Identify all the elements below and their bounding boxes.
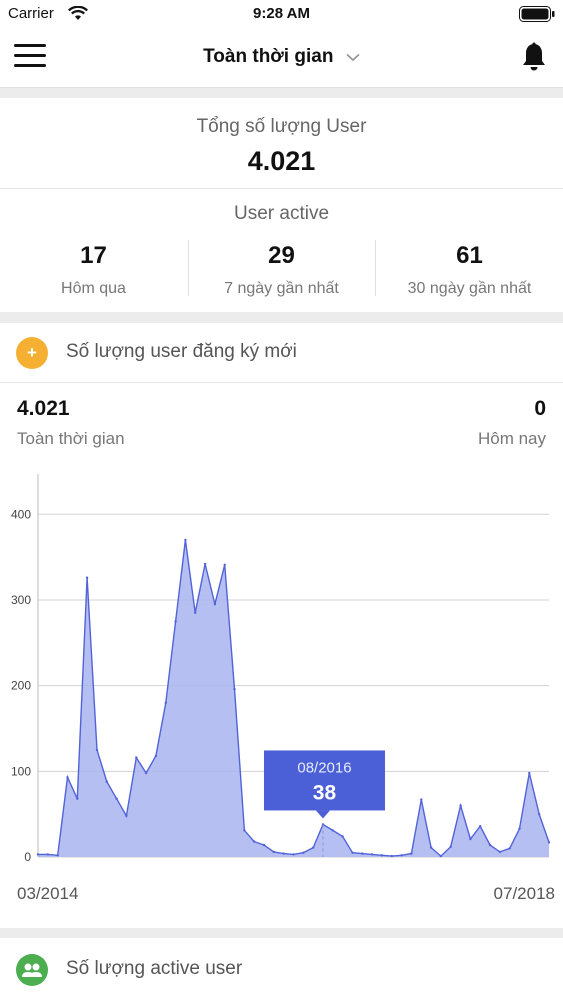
- total-users-label: Tổng số lượng User: [196, 116, 367, 137]
- battery-icon: [519, 6, 555, 22]
- stat-7-days: 29 7 ngày gần nhất: [188, 242, 375, 298]
- stat-label: Hôm qua: [61, 280, 126, 297]
- user-active-label: User active: [233, 203, 330, 224]
- data-point: [538, 813, 541, 816]
- data-point: [56, 854, 59, 857]
- y-tick-label: 400: [11, 507, 31, 521]
- data-point: [302, 851, 305, 854]
- data-point: [174, 620, 177, 623]
- data-point: [469, 837, 472, 841]
- data-point: [400, 854, 403, 857]
- data-point: [76, 797, 79, 800]
- data-point: [479, 825, 482, 828]
- stat-label: 7 ngày gần nhất: [224, 280, 339, 297]
- y-tick-label: 300: [11, 593, 31, 607]
- nav-bar: Toàn thời gian: [0, 28, 563, 88]
- data-point: [213, 603, 217, 606]
- data-point: [341, 835, 344, 838]
- period-title: Toàn thời gian: [203, 46, 334, 67]
- stat-label: 30 ngày gần nhất: [407, 280, 532, 297]
- data-point: [135, 756, 138, 759]
- data-point: [194, 611, 197, 614]
- data-point: [528, 771, 531, 775]
- data-point: [115, 797, 118, 800]
- period-selector[interactable]: Toàn thời gian: [0, 46, 563, 68]
- data-point: [262, 843, 266, 847]
- today-label: Hôm nay: [477, 429, 546, 448]
- new-users-header: + Số lượng user đăng ký mới: [0, 323, 563, 383]
- data-point: [272, 850, 275, 854]
- data-point: [144, 771, 148, 775]
- all-time-summary: 4.021 Toàn thời gian: [17, 397, 125, 449]
- data-point: [95, 748, 99, 752]
- data-point: [331, 829, 334, 832]
- data-point: [36, 853, 40, 856]
- data-point: [46, 853, 49, 856]
- data-point: [125, 814, 128, 818]
- active-users-card[interactable]: Số lượng active user: [0, 938, 563, 1000]
- data-point: [282, 852, 285, 855]
- stat-value: 29: [268, 242, 295, 269]
- clock: 9:28 AM: [253, 5, 310, 22]
- data-point: [380, 854, 384, 857]
- y-tick-label: 0: [24, 850, 31, 864]
- tooltip-pointer: [315, 810, 330, 819]
- data-point: [370, 853, 374, 856]
- stat-30-days: 61 30 ngày gần nhất: [376, 242, 563, 298]
- x-axis-start-label: 03/2014: [17, 884, 78, 903]
- tooltip-value: 38: [313, 781, 337, 804]
- data-point: [243, 829, 246, 832]
- chevron-down-icon: [346, 54, 360, 62]
- today-summary: 0 Hôm nay: [478, 397, 546, 449]
- data-point: [518, 827, 521, 830]
- data-point: [312, 846, 315, 849]
- y-tick-label: 200: [11, 679, 31, 693]
- active-users-title: Số lượng active user: [66, 958, 243, 979]
- group-icon: [16, 954, 48, 986]
- stat-yesterday: 17 Hôm qua: [0, 242, 187, 298]
- new-users-card: + Số lượng user đăng ký mới 4.021 Toàn t…: [0, 323, 563, 928]
- all-time-value: 4.021: [17, 397, 70, 420]
- data-point: [498, 850, 502, 854]
- data-point: [105, 780, 109, 783]
- stat-value: 17: [80, 242, 107, 269]
- y-tick-label: 100: [11, 764, 31, 778]
- data-point: [449, 845, 452, 848]
- new-users-chart[interactable]: 0 100 200 300 400 08/2016 38 03/2014 07/2018: [0, 473, 563, 923]
- data-point: [390, 854, 393, 858]
- data-point: [459, 804, 462, 807]
- data-point: [420, 798, 423, 801]
- data-point: [547, 841, 551, 844]
- data-point: [223, 563, 226, 566]
- data-point: [85, 576, 89, 579]
- new-users-title: Số lượng user đăng ký mới: [66, 341, 297, 362]
- data-point: [292, 853, 295, 856]
- status-bar: Carrier 9:28 AM: [0, 0, 563, 28]
- user-plus-icon: +: [16, 337, 48, 369]
- data-point: [253, 840, 256, 843]
- data-point: [361, 852, 364, 855]
- data-point: [164, 701, 167, 704]
- data-point: [233, 687, 236, 691]
- data-point: [410, 852, 413, 855]
- today-value: 0: [534, 397, 546, 420]
- data-point: [439, 854, 443, 858]
- data-point: [488, 843, 492, 847]
- all-time-label: Toàn thời gian: [17, 429, 125, 448]
- data-point: [154, 754, 158, 758]
- data-point: [203, 562, 207, 566]
- stat-value: 61: [456, 242, 483, 269]
- data-point: [66, 776, 69, 779]
- data-point: [508, 847, 511, 850]
- notification-bell-icon[interactable]: [521, 42, 547, 72]
- data-point: [184, 538, 187, 542]
- divider: [0, 188, 563, 189]
- data-point: [351, 851, 354, 854]
- totals-card: Tổng số lượng User 4.021 User active 17 …: [0, 98, 563, 312]
- tooltip-label: 08/2016: [297, 759, 351, 776]
- data-point: [429, 846, 433, 849]
- total-users-value: 4.021: [247, 146, 316, 176]
- x-axis-end-label: 07/2018: [494, 884, 555, 903]
